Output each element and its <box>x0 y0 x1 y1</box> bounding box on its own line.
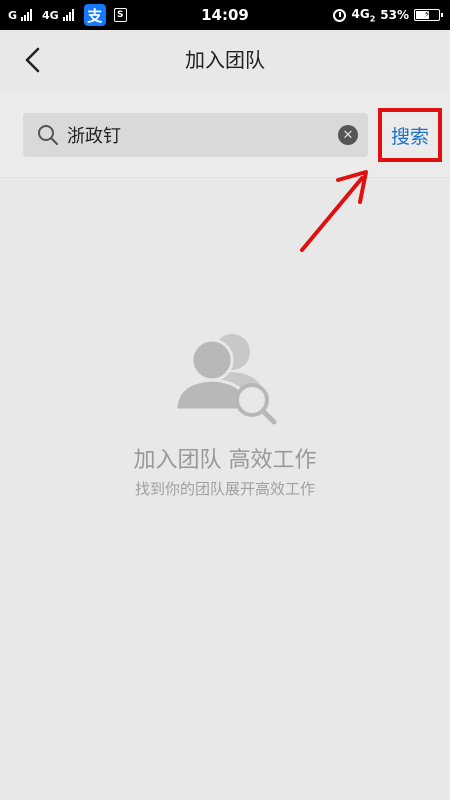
empty-state-title: 加入团队 高效工作 <box>133 448 317 473</box>
search-button[interactable]: 搜索 <box>378 108 442 162</box>
battery-icon: ⚡ <box>414 9 443 21</box>
status-bar: G 4G 支 S 14:09 4G2 53% ⚡ <box>0 0 450 30</box>
annotation-arrow-icon <box>300 170 368 252</box>
chevron-left-icon <box>25 47 40 73</box>
s-app-icon: S <box>113 8 127 22</box>
search-button-label: 搜索 <box>390 125 429 148</box>
alarm-icon <box>333 8 347 22</box>
search-box: ✕ <box>23 113 368 157</box>
network-right-label: 4G2 <box>351 6 376 24</box>
battery-percent: 53% <box>380 8 409 22</box>
alipay-icon: 支 <box>83 4 106 26</box>
close-circle-icon: ✕ <box>342 127 354 143</box>
search-area: ✕ 搜索 <box>0 90 450 178</box>
signal-icon-2 <box>62 9 74 21</box>
empty-state-subtitle: 找到你的团队展开高效工作 <box>134 480 315 498</box>
team-search-icon <box>174 334 277 425</box>
status-left: G 4G 支 S <box>8 0 127 30</box>
network-4g-label: 4G <box>42 8 59 22</box>
network-type-label: G <box>8 8 18 22</box>
search-input[interactable] <box>67 119 327 151</box>
search-icon <box>38 125 59 146</box>
page-title: 加入团队 <box>185 48 265 72</box>
nav-bar: 加入团队 <box>0 30 450 90</box>
back-button[interactable] <box>18 45 48 75</box>
status-right: 4G2 53% ⚡ <box>333 0 443 30</box>
signal-icon <box>21 9 33 21</box>
clear-button[interactable]: ✕ <box>338 125 358 145</box>
